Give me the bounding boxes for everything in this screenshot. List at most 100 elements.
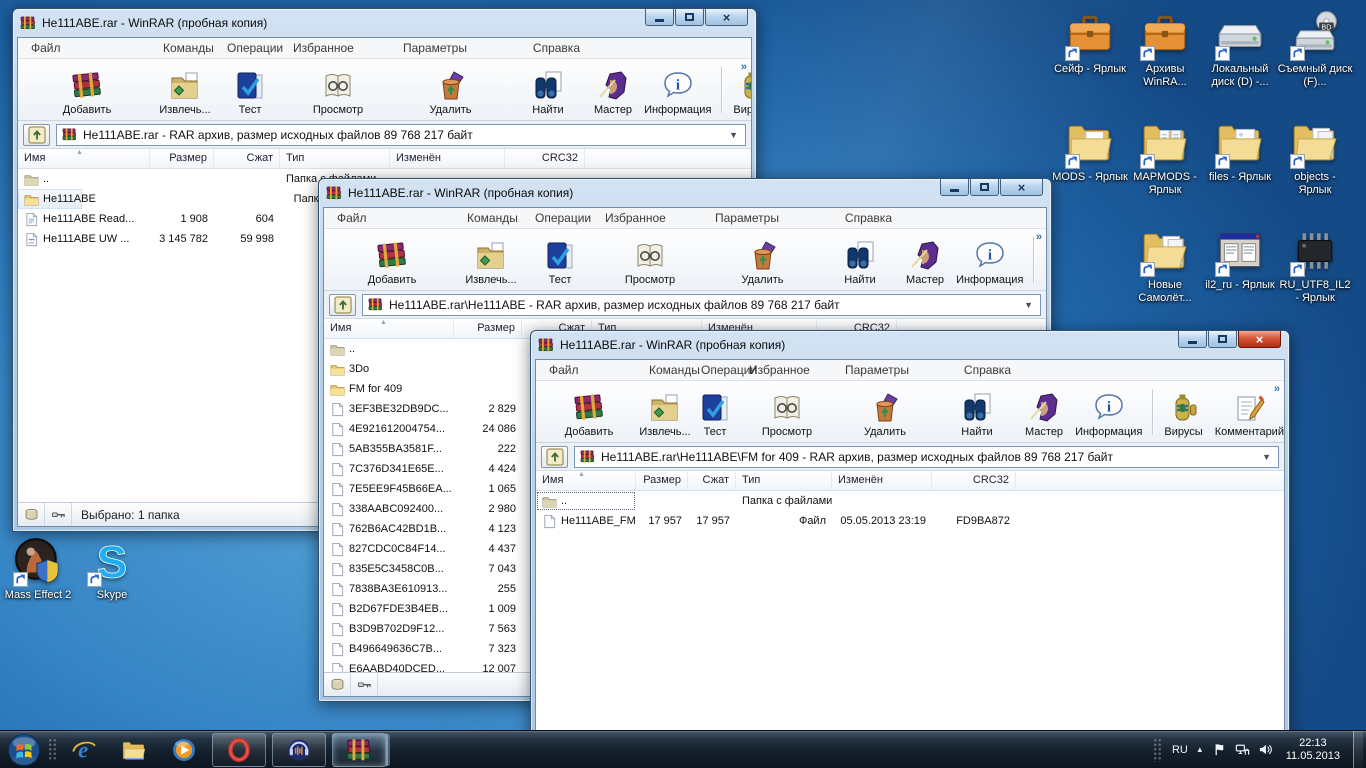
- ..[interactable]: ..: [324, 339, 454, 359]
- desktop-icon[interactable]: MAPMODS - Ярлык: [1127, 118, 1203, 197]
- minimize-button[interactable]: [940, 179, 969, 196]
- toolbar-button[interactable]: Просмотр: [595, 232, 705, 288]
- dropdown-arrow-icon[interactable]: ▼: [727, 130, 740, 140]
- desktop-icon[interactable]: il2_ru - Ярлык: [1202, 226, 1278, 292]
- toolbar-button[interactable]: Извлечь...: [457, 232, 525, 288]
- maximize-button[interactable]: [1208, 331, 1237, 348]
- menu-item[interactable]: Файл: [540, 363, 640, 377]
- close-button[interactable]: ×: [1000, 179, 1043, 196]
- column-header[interactable]: Размер: [150, 149, 214, 168]
- desktop-icon[interactable]: Mass Effect 2: [0, 536, 76, 602]
- desktop-icon[interactable]: objects - Ярлык: [1277, 118, 1353, 197]
- toolbar-button[interactable]: Извлечь...: [153, 62, 217, 118]
- dropdown-arrow-icon[interactable]: ▼: [1022, 300, 1035, 310]
- toolbar-button[interactable]: Удалить: [835, 384, 935, 440]
- He111ABE[interactable]: He111ABE Папка с файлами: [18, 189, 384, 209]
- key-status-cell[interactable]: [45, 503, 72, 526]
- menu-item[interactable]: Операции: [692, 363, 757, 377]
- disk-status-cell[interactable]: [18, 503, 45, 526]
- minimize-button[interactable]: [1178, 331, 1207, 348]
- maximize-button[interactable]: [970, 179, 999, 196]
- toolbar-button[interactable]: Мастер: [588, 62, 638, 118]
- desktop-icon[interactable]: Архивы WinRA...: [1127, 10, 1203, 89]
- dropdown-arrow-icon[interactable]: ▼: [1260, 452, 1273, 462]
- He111ABE_FM[interactable]: He111ABE_FM 17 957 17 957 Файл 05.05.201…: [536, 511, 1010, 531]
- archive-path-combobox[interactable]: He111ABE.rar\He111ABE\FM for 409 - RAR а…: [574, 445, 1279, 468]
- archive-path-combobox[interactable]: He111ABE.rar\He111ABE - RAR архив, разме…: [362, 293, 1041, 316]
- 3Do[interactable]: 3Do: [324, 359, 392, 379]
- menu-item[interactable]: Избранное: [596, 211, 706, 225]
- toolbar-button[interactable]: Просмотр: [739, 384, 835, 440]
- column-header[interactable]: Сжат: [688, 471, 736, 490]
- menu-item[interactable]: Операции: [218, 41, 284, 55]
- toolbar-button[interactable]: Удалить: [393, 62, 508, 118]
- toolbar-button[interactable]: Тест: [525, 232, 595, 288]
- toolbar-button[interactable]: Добавить: [21, 62, 153, 118]
- column-header[interactable]: Размер: [636, 471, 688, 490]
- taskbar-grip[interactable]: [48, 738, 57, 761]
- toolbar-button[interactable]: Добавить: [539, 384, 639, 440]
- disk-status-cell[interactable]: [324, 673, 351, 696]
- ..[interactable]: .. Папка с файлами: [536, 491, 832, 511]
- desktop-icon[interactable]: Локальный диск (D) -...: [1202, 10, 1278, 89]
- taskbar-internet-explorer[interactable]: e: [62, 733, 106, 767]
- menu-item[interactable]: Параметры: [706, 211, 821, 225]
- He111ABE UW ...[interactable]: He111ABE UW ... 3 145 782 59 998: [18, 229, 274, 249]
- maximize-button[interactable]: [675, 9, 704, 26]
- toolbar-button[interactable]: i Информация: [638, 62, 717, 118]
- toolbar-button[interactable]: i Информация: [950, 232, 1029, 288]
- menu-item[interactable]: Справка: [936, 363, 1020, 377]
- column-header[interactable]: Изменён: [832, 471, 932, 490]
- close-button[interactable]: ×: [705, 9, 748, 26]
- taskbar-opera[interactable]: [212, 732, 266, 767]
- up-directory-button[interactable]: [23, 123, 50, 146]
- toolbar-button[interactable]: Найти: [508, 62, 588, 118]
- volume-icon[interactable]: [1258, 742, 1273, 757]
- column-header[interactable]: CRC32: [505, 149, 585, 168]
- network-icon[interactable]: [1235, 742, 1250, 757]
- up-directory-button[interactable]: [541, 445, 568, 468]
- toolbar-button[interactable]: Найти: [935, 384, 1019, 440]
- toolbar-button[interactable]: Просмотр: [283, 62, 393, 118]
- toolbar-overflow-chevron[interactable]: »: [1274, 383, 1280, 395]
- archive-path-combobox[interactable]: He111ABE.rar - RAR архив, размер исходны…: [56, 123, 746, 146]
- desktop-icon[interactable]: S Skype: [74, 536, 150, 602]
- desktop-icon[interactable]: Новые Самолёт...: [1127, 226, 1203, 305]
- menu-item[interactable]: Команды: [458, 211, 526, 225]
- toolbar-button[interactable]: Добавить: [327, 232, 457, 288]
- menu-item[interactable]: Справка: [821, 211, 901, 225]
- He111ABE Read...[interactable]: He111ABE Read... 1 908 604: [18, 209, 274, 229]
- menu-item[interactable]: Параметры: [394, 41, 509, 55]
- taskbar-winrar[interactable]: [332, 732, 386, 767]
- column-header[interactable]: Имя: [18, 149, 150, 168]
- hidden-icons-arrow-icon[interactable]: ▲: [1196, 745, 1204, 754]
- toolbar-button[interactable]: Мастер: [900, 232, 950, 288]
- toolbar-button[interactable]: Мастер: [1019, 384, 1069, 440]
- start-button[interactable]: [2, 731, 46, 768]
- 3EF3BE32DB9DC...[interactable]: 3EF3BE32DB9DC... 2 829: [324, 399, 516, 419]
- taskbar-audacity[interactable]: [272, 732, 326, 767]
- toolbar-button[interactable]: Удалить: [705, 232, 820, 288]
- language-indicator[interactable]: RU: [1172, 744, 1188, 756]
- taskbar-clock[interactable]: 22:13 11.05.2013: [1286, 737, 1340, 763]
- column-header[interactable]: Сжат: [214, 149, 280, 168]
- titlebar[interactable]: He111ABE.rar - WinRAR (пробная копия) ×: [17, 9, 752, 37]
- desktop-icon[interactable]: RU_UTF8_IL2 - Ярлык: [1277, 226, 1353, 305]
- minimize-button[interactable]: [645, 9, 674, 26]
- up-directory-button[interactable]: [329, 293, 356, 316]
- column-header[interactable]: Тип: [736, 471, 832, 490]
- column-header[interactable]: CRC32: [932, 471, 1016, 490]
- show-desktop-button[interactable]: [1353, 730, 1363, 768]
- tray-grip[interactable]: [1152, 737, 1162, 762]
- menu-item[interactable]: Избранное: [284, 41, 394, 55]
- column-header[interactable]: Тип: [280, 149, 390, 168]
- toolbar-button[interactable]: Найти: [820, 232, 900, 288]
- FM for 409[interactable]: FM for 409: [324, 379, 402, 399]
- toolbar-overflow-chevron[interactable]: »: [741, 61, 747, 73]
- toolbar-button[interactable]: i Информация: [1069, 384, 1148, 440]
- menu-item[interactable]: Справка: [509, 41, 589, 55]
- menu-item[interactable]: Файл: [328, 211, 458, 225]
- toolbar-button[interactable]: Вирусы: [721, 62, 751, 118]
- column-header[interactable]: Размер: [454, 319, 522, 338]
- 5AB355BA3581F...[interactable]: 5AB355BA3581F... 222: [324, 439, 516, 459]
